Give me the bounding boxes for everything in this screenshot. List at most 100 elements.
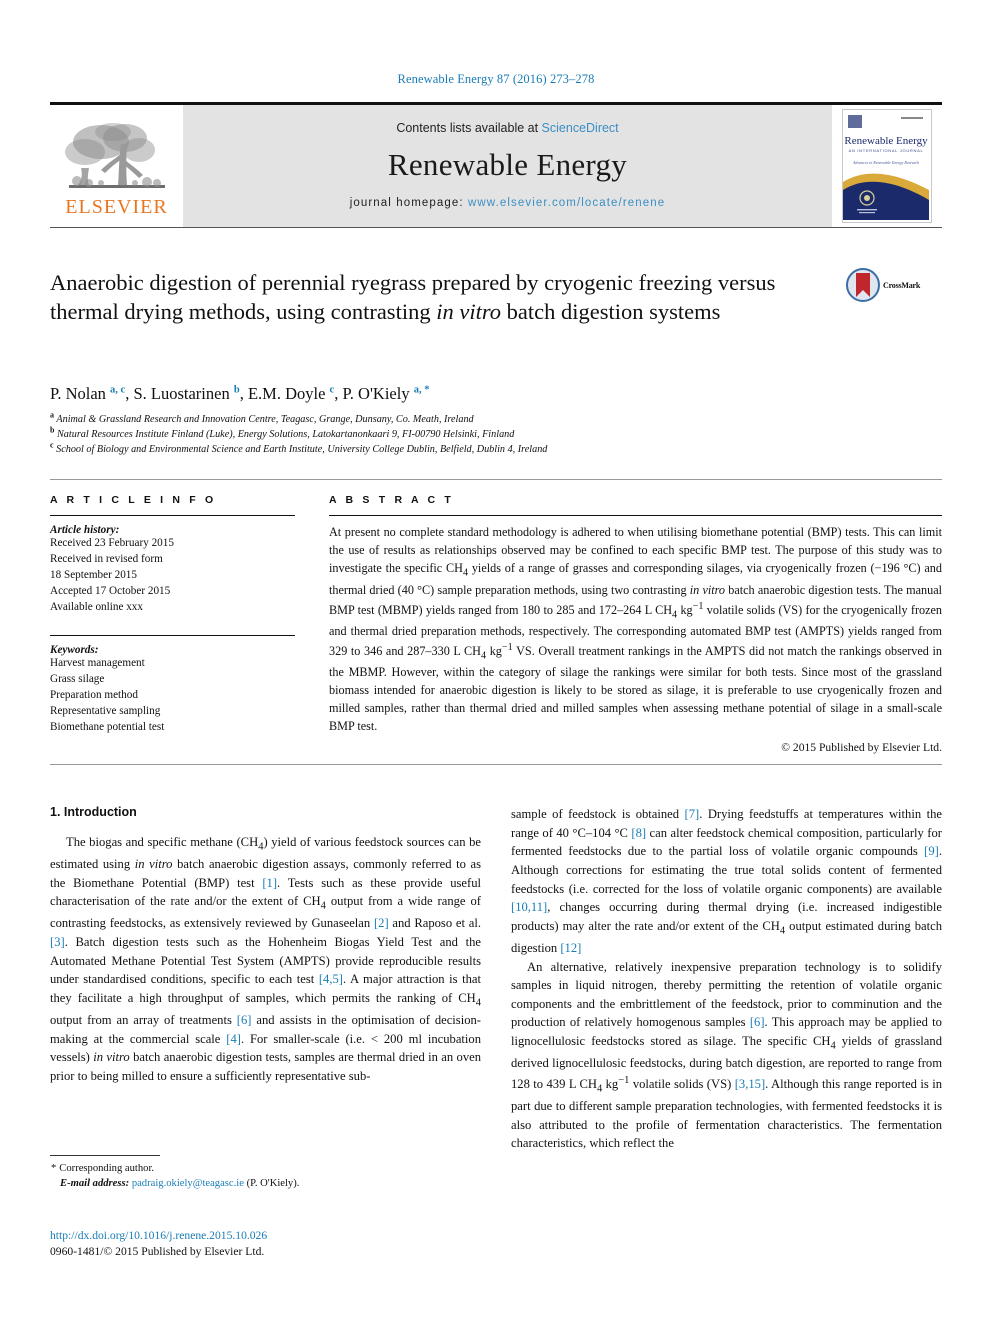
abstract-heading: A B S T R A C T — [329, 494, 454, 507]
email-label: E-mail address: — [60, 1178, 130, 1190]
homepage-url-link[interactable]: www.elsevier.com/locate/renene — [468, 197, 665, 209]
keyword-item: Harvest management — [50, 656, 145, 669]
crossmark-icon[interactable] — [846, 268, 880, 302]
page-footer-meta: http://dx.doi.org/10.1016/j.renene.2015.… — [50, 1228, 550, 1260]
para-seg: output from an array of treatments — [50, 1012, 237, 1027]
history-line: 18 September 2015 — [50, 569, 137, 582]
info-divider — [50, 515, 295, 517]
contents-available-line: Contents lists available at ScienceDirec… — [396, 121, 618, 135]
history-line: Available online xxx — [50, 600, 143, 613]
citation-ref[interactable]: [7] — [685, 807, 700, 821]
keywords-label: Keywords: — [50, 643, 99, 656]
abstract-text: At present no complete standard methodol… — [329, 524, 942, 736]
author-affil-marks: a, c — [110, 384, 126, 396]
para-seg: sample of feedstock is obtained — [511, 807, 685, 822]
para-seg: The biogas and specific methane (CH — [66, 835, 259, 850]
elsevier-wordmark: ELSEVIER — [65, 195, 168, 218]
doi-link[interactable]: http://dx.doi.org/10.1016/j.renene.2015.… — [50, 1228, 550, 1244]
article-history-label: Article history: — [50, 524, 120, 537]
intro-paragraph-right-1: sample of feedstock is obtained [7]. Dry… — [511, 805, 942, 957]
para-italic: in vitro — [93, 1050, 130, 1065]
citation-ref[interactable]: [12] — [560, 941, 581, 955]
article-title: Anaerobic digestion of perennial ryegras… — [50, 268, 820, 327]
svg-text:Advances in Renewable Energy R: Advances in Renewable Energy Research — [852, 160, 919, 165]
body-column-right: sample of feedstock is obtained [7]. Dry… — [511, 805, 942, 1175]
affiliation-mark: b — [50, 425, 55, 435]
affiliation-list: a Animal & Grassland Research and Innova… — [50, 410, 942, 458]
abstract-seg: kg — [486, 643, 502, 658]
keyword-item: Representative sampling — [50, 704, 161, 717]
affiliation-text: School of Biology and Environmental Scie… — [56, 443, 548, 455]
author-affil-marks: c — [329, 384, 335, 396]
para-seg: and Raposo et al. — [388, 916, 481, 931]
abstract-sup: −1 — [501, 641, 513, 653]
section-title-introduction: 1. Introduction — [50, 805, 137, 820]
abstract-copyright: © 2015 Published by Elsevier Ltd. — [781, 741, 942, 755]
citation-ref[interactable]: [9] — [924, 844, 939, 858]
citation-ref[interactable]: [4] — [226, 1032, 241, 1046]
citation-ref[interactable]: [6] — [750, 1015, 765, 1029]
keyword-item: Preparation method — [50, 688, 138, 701]
body-column-left: 1. Introduction The biogas and specific … — [50, 805, 481, 1175]
journal-masthead: ELSEVIER Contents lists available at Sci… — [50, 102, 942, 228]
keywords-divider — [50, 634, 295, 636]
author-affil-marks: a, * — [413, 384, 430, 396]
affiliation-item: a Animal & Grassland Research and Innova… — [50, 410, 942, 428]
affiliation-item: c School of Biology and Environmental Sc… — [50, 440, 942, 458]
para-sub: 4 — [475, 997, 481, 1009]
contents-prefix: Contents lists available at — [396, 121, 542, 135]
journal-cover-thumbnail: Renewable Energy AN INTERNATIONAL JOURNA… — [832, 105, 942, 227]
journal-homepage-line: journal homepage: www.elsevier.com/locat… — [350, 197, 666, 209]
title-part-2: batch digestion systems — [501, 299, 721, 325]
body-columns: 1. Introduction The biogas and specific … — [50, 805, 942, 1175]
citation-ref[interactable]: [10,11] — [511, 900, 547, 914]
crossmark-badge[interactable]: CrossMark — [846, 268, 942, 302]
citation-ref[interactable]: [6] — [237, 1013, 252, 1027]
asterisk-icon: * — [51, 1163, 57, 1174]
keyword-item: Biomethane potential test — [50, 720, 165, 733]
abstract-sup: −1 — [692, 600, 704, 612]
intro-paragraph-left: The biogas and specific methane (CH4) yi… — [50, 833, 481, 1085]
affiliation-mark: a — [50, 410, 54, 420]
footnote-text: Corresponding author. — [59, 1163, 155, 1174]
article-info-heading: A R T I C L E I N F O — [50, 494, 217, 507]
para-sup: −1 — [618, 1074, 630, 1086]
email-owner: (P. O'Kiely). — [246, 1178, 300, 1190]
email-link[interactable]: padraig.okiely@teagasc.ie — [132, 1178, 244, 1189]
citation-ref[interactable]: [8] — [631, 826, 646, 840]
issn-copyright-line: 0960-1481/© 2015 Published by Elsevier L… — [50, 1245, 265, 1259]
history-line: Received 23 February 2015 — [50, 537, 174, 550]
citation-ref[interactable]: [3] — [50, 935, 65, 949]
citation-ref[interactable]: [1] — [262, 876, 277, 890]
elsevier-tree-icon — [64, 122, 165, 188]
svg-text:Renewable Energy: Renewable Energy — [844, 135, 928, 147]
history-line: Received in revised form — [50, 553, 163, 566]
author-list: P. Nolan a, c, S. Luostarinen b, E.M. Do… — [50, 384, 430, 403]
citation-ref[interactable]: [4,5] — [319, 972, 343, 986]
journal-title: Renewable Energy — [387, 147, 628, 182]
sciencedirect-link[interactable]: ScienceDirect — [542, 121, 619, 135]
footnote-email-line: E-mail address: padraig.okiely@teagasc.i… — [50, 1176, 481, 1191]
abstract-divider — [329, 515, 942, 517]
article-page: Renewable Energy 87 (2016) 273–278 ELSEV… — [0, 0, 992, 1323]
intro-paragraph-right-2: An alternative, relatively inexpensive p… — [511, 958, 942, 1153]
affiliation-item: b Natural Resources Institute Finland (L… — [50, 425, 942, 443]
svg-text:AN INTERNATIONAL JOURNAL: AN INTERNATIONAL JOURNAL — [849, 148, 924, 153]
info-abstract-panel: A R T I C L E I N F O Article history: R… — [50, 479, 942, 766]
affiliation-text: Animal & Grassland Research and Innovati… — [56, 414, 474, 425]
para-seg: kg — [602, 1076, 619, 1091]
footnote-divider — [50, 1155, 160, 1156]
history-line: Accepted 17 October 2015 — [50, 585, 171, 598]
abstract-column: A B S T R A C T At present no complete s… — [329, 494, 942, 754]
footnote-corresponding-line: * Corresponding author. — [50, 1161, 481, 1176]
para-seg: volatile solids (VS) — [629, 1076, 735, 1091]
para-italic: in vitro — [134, 857, 173, 872]
keyword-item: Grass silage — [50, 672, 105, 685]
citation-ref[interactable]: [2] — [374, 916, 389, 930]
citation-ref[interactable]: [3,15] — [735, 1077, 765, 1091]
affiliation-mark: c — [50, 440, 54, 450]
crossmark-label: CrossMark — [883, 280, 921, 290]
elsevier-logo: ELSEVIER — [50, 105, 183, 227]
article-info-column: A R T I C L E I N F O Article history: R… — [50, 494, 295, 754]
keywords-group: Keywords: Harvest management Grass silag… — [50, 634, 295, 736]
